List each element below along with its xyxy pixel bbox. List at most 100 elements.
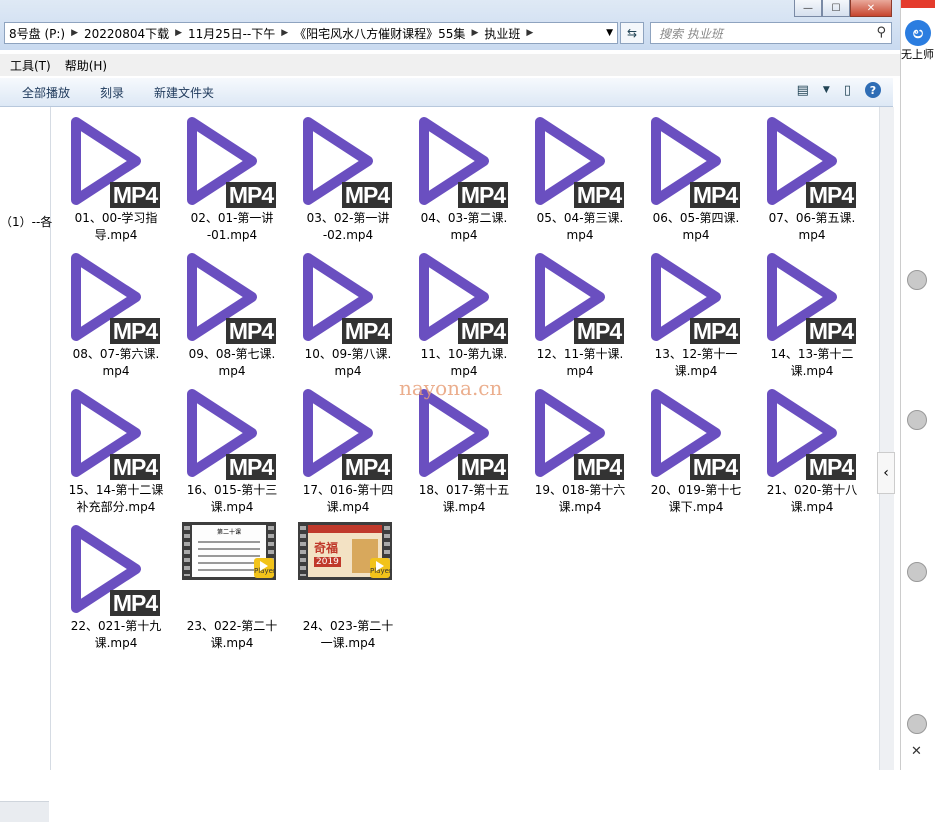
file-name: 06、05-第四课. mp4 (640, 210, 752, 244)
app-logo-icon[interactable]: ಲ (905, 20, 931, 46)
file-item[interactable]: MP4 20、019-第十七 课下.mp4 (640, 384, 752, 516)
breadcrumb-item[interactable]: 20220804下载 ▶ (84, 25, 188, 42)
file-name-line: 04、03-第二课. (420, 211, 508, 225)
video-play-icon: MP4 (524, 384, 636, 484)
file-item[interactable]: MP4 04、03-第二课. mp4 (408, 112, 520, 244)
file-item[interactable]: MP4 11、10-第九课. mp4 (408, 248, 520, 380)
file-name-line: 课下.mp4 (668, 500, 724, 514)
breadcrumb-item[interactable]: 11月25日--下午 ▶ (188, 25, 294, 42)
video-play-icon: MP4 (292, 248, 404, 348)
file-item[interactable]: MP4 21、020-第十八 课.mp4 (756, 384, 868, 516)
file-name: 09、08-第七课. mp4 (176, 346, 288, 380)
search-icon[interactable]: ⚲ (876, 25, 886, 40)
refresh-icon[interactable]: ⇆ (620, 22, 644, 44)
file-item[interactable]: MP4 07、06-第五课. mp4 (756, 112, 868, 244)
file-item[interactable]: MP4 18、017-第十五 课.mp4 (408, 384, 520, 516)
file-item[interactable]: MP4 08、07-第六课. mp4 (60, 248, 172, 380)
mp4-badge: MP4 (342, 454, 392, 480)
maximize-button[interactable]: ☐ (822, 0, 850, 17)
breadcrumb-arrow-icon[interactable]: ▶ (471, 28, 478, 38)
file-name-line: 09、08-第七课. (188, 347, 276, 361)
breadcrumb-item[interactable]: 执业班 ▶ (484, 25, 539, 42)
file-item[interactable]: MP4 09、08-第七课. mp4 (176, 248, 288, 380)
nav-horizontal-scrollbar[interactable] (0, 801, 49, 822)
mp4-badge: MP4 (226, 454, 276, 480)
side-panel-accent (901, 0, 935, 8)
mp4-badge: MP4 (342, 318, 392, 344)
menu-item[interactable]: 帮助(H) (65, 57, 107, 74)
window-controls: — ☐ ✕ (794, 0, 892, 18)
address-bar[interactable]: 8号盘 (P:) ▶ 20220804下载 ▶ 11月25日--下午 ▶ 《阳宅风水八方催财… (4, 22, 618, 44)
file-item[interactable]: MP4 14、13-第十二 课.mp4 (756, 248, 868, 380)
file-item[interactable]: MP4 13、12-第十一 课.mp4 (640, 248, 752, 380)
file-item[interactable]: MP4 01、00-学习指 导.mp4 (60, 112, 172, 244)
file-name-line: 课.mp4 (326, 500, 370, 514)
file-name: 03、02-第一讲 -02.mp4 (292, 210, 404, 244)
breadcrumb-arrow-icon[interactable]: ▶ (281, 28, 288, 38)
file-name: 12、11-第十课. mp4 (524, 346, 636, 380)
file-name: 23、022-第二十 课.mp4 (176, 618, 288, 652)
breadcrumb-item[interactable]: 8号盘 (P:) ▶ (9, 25, 84, 42)
address-dropdown-icon[interactable]: ▼ (606, 28, 613, 38)
breadcrumb-arrow-icon[interactable]: ▶ (175, 28, 182, 38)
file-name-line: 课.mp4 (210, 636, 254, 650)
file-name-line: 22、021-第十九 (70, 619, 162, 633)
file-item[interactable]: MP4 19、018-第十六 课.mp4 (524, 384, 636, 516)
file-name: 24、023-第二十 一课.mp4 (292, 618, 404, 652)
close-button[interactable]: ✕ (850, 0, 892, 17)
mp4-badge: MP4 (342, 182, 392, 208)
breadcrumb-arrow-icon[interactable]: ▶ (526, 28, 533, 38)
file-name-line: 课.mp4 (558, 500, 602, 514)
file-name-line: mp4 (566, 228, 594, 242)
nav-tree-item[interactable]: （1）--各 (0, 213, 52, 230)
play-all-button[interactable]: 全部播放 (22, 84, 70, 101)
watermark: nayona.cn (399, 376, 503, 400)
file-name-line: 01、00-学习指 (74, 211, 158, 225)
file-name-line: 23、022-第二十 (186, 619, 278, 633)
file-item[interactable]: MP4 02、01-第一讲 -01.mp4 (176, 112, 288, 244)
file-name-line: 课.mp4 (790, 500, 834, 514)
menu-item[interactable]: 工具(T) (10, 57, 51, 74)
player-badge-icon: Player (370, 558, 392, 578)
video-play-icon: MP4 (292, 384, 404, 484)
file-name-line: 02、01-第一讲 (190, 211, 274, 225)
file-item[interactable]: 第二十课 Player 23、022-第二十 课.mp4 (176, 520, 288, 652)
view-options-icon[interactable]: ▤ (797, 83, 809, 98)
navigation-pane[interactable]: （1）--各 (0, 107, 52, 822)
file-item[interactable]: MP4 06、05-第四课. mp4 (640, 112, 752, 244)
file-name: 21、020-第十八 课.mp4 (756, 482, 868, 516)
video-play-icon: MP4 (756, 112, 868, 212)
file-item[interactable]: MP4 16、015-第十三 课.mp4 (176, 384, 288, 516)
file-item[interactable]: MP4 17、016-第十四 课.mp4 (292, 384, 404, 516)
file-name-line: 18、017-第十五 (418, 483, 510, 497)
vertical-scrollbar[interactable] (879, 107, 894, 770)
collapse-panel-button[interactable]: ‹ (877, 452, 895, 494)
breadcrumb-label: 11月25日--下午 (188, 26, 276, 41)
file-name: 16、015-第十三 课.mp4 (176, 482, 288, 516)
mp4-badge: MP4 (806, 318, 856, 344)
preview-pane-icon[interactable]: ▯ (844, 83, 851, 98)
mp4-badge: MP4 (690, 318, 740, 344)
new-folder-button[interactable]: 新建文件夹 (154, 84, 214, 101)
file-item[interactable]: 奇福 2019 Player 24、023-第二十 一课.mp4 (292, 520, 404, 652)
file-item[interactable]: MP4 22、021-第十九 课.mp4 (60, 520, 172, 652)
file-item[interactable]: MP4 15、14-第十二课 补充部分.mp4 (60, 384, 172, 516)
file-name-line: 16、015-第十三 (186, 483, 278, 497)
file-item[interactable]: MP4 05、04-第三课. mp4 (524, 112, 636, 244)
file-item[interactable]: MP4 10、09-第八课. mp4 (292, 248, 404, 380)
file-item[interactable]: MP4 12、11-第十课. mp4 (524, 248, 636, 380)
breadcrumb-label: 执业班 (484, 26, 521, 41)
minimize-button[interactable]: — (794, 0, 822, 17)
view-dropdown-icon[interactable]: ▼ (823, 85, 830, 95)
burn-button[interactable]: 刻录 (100, 84, 124, 101)
breadcrumb-arrow-icon[interactable]: ▶ (71, 28, 78, 38)
video-play-icon: MP4 (176, 384, 288, 484)
breadcrumb-item[interactable]: 《阳宅风水八方催财课程》55集 ▶ (294, 25, 484, 42)
search-input[interactable]: 搜索 执业班 ⚲ (650, 22, 892, 44)
help-icon[interactable]: ? (865, 82, 881, 98)
file-name-line: 15、14-第十二课 (68, 483, 164, 497)
mp4-badge: MP4 (226, 182, 276, 208)
side-close-icon[interactable]: ✕ (911, 744, 922, 759)
file-item[interactable]: MP4 03、02-第一讲 -02.mp4 (292, 112, 404, 244)
file-name-line: 导.mp4 (94, 228, 138, 242)
